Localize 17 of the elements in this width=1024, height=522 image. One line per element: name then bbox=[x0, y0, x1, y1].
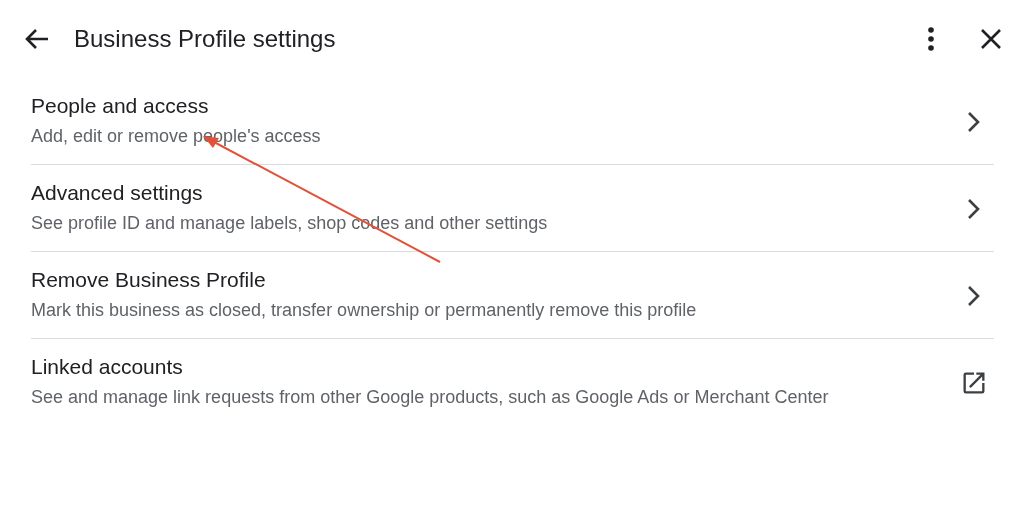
settings-item[interactable]: People and access Add, edit or remove people's access bbox=[31, 78, 994, 165]
item-title: Remove Business Profile bbox=[31, 268, 267, 292]
item-description: Add, edit or remove people's access bbox=[31, 125, 322, 148]
item-title: Linked accounts bbox=[31, 355, 184, 379]
chevron-right-icon bbox=[967, 111, 981, 133]
item-title: Advanced settings bbox=[31, 181, 204, 205]
settings-item[interactable]: Linked accounts See and manage link requests from other Google products, such as Google Ads or Merchant Center bbox=[31, 339, 994, 425]
chevron-right-icon bbox=[967, 285, 981, 307]
page-title: Business Profile settings bbox=[74, 25, 337, 53]
close-button[interactable] bbox=[980, 28, 1002, 50]
item-description: Mark this business as closed, transfer ownership or permanently remove this profile bbox=[31, 299, 698, 322]
item-description: See and manage link requests from other Google products, such as Google Ads or Merchant Center bbox=[31, 386, 830, 409]
more-options-button[interactable] bbox=[928, 27, 934, 51]
back-button[interactable] bbox=[24, 27, 50, 51]
chevron-right-icon bbox=[967, 198, 981, 220]
item-title: People and access bbox=[31, 94, 210, 118]
settings-item[interactable]: Remove Business Profile Mark this business as closed, transfer ownership or permanently remove this profile bbox=[31, 252, 994, 339]
